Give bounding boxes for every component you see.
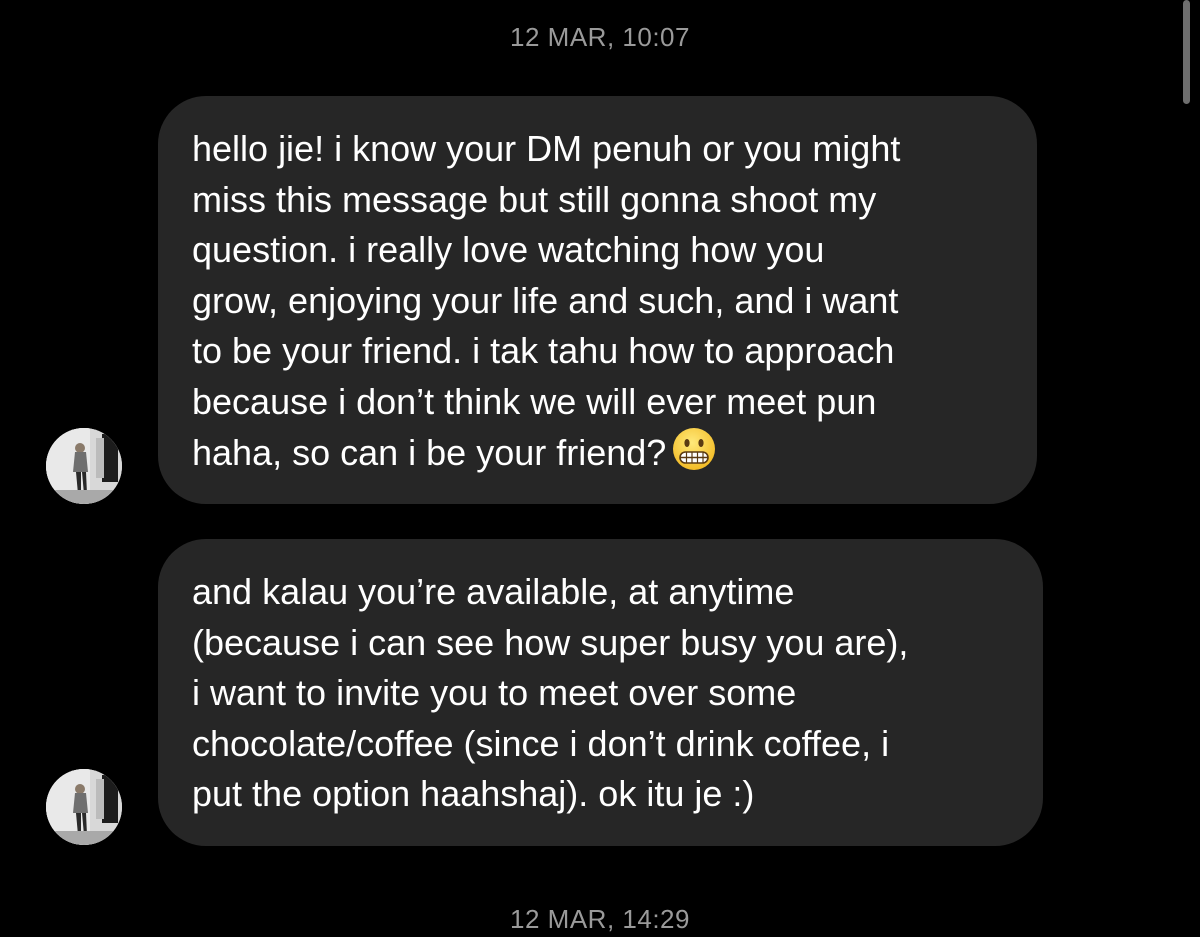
message-timestamp: 12 MAR, 14:29 — [510, 904, 690, 934]
avatar[interactable] — [46, 769, 122, 845]
message-line: i want to invite you to meet over some — [192, 672, 797, 713]
message-line: (because i can see how super busy you ar… — [192, 621, 909, 663]
message-line: chocolate/coffee (since i don’t drink co… — [192, 722, 890, 764]
message-line: to be your friend. i tak tahu how to app… — [192, 330, 895, 371]
message-line: and kalau you’re available, at anytime — [192, 571, 795, 612]
message-line: question. i really love watching how you — [192, 229, 825, 270]
message-bubble[interactable]: hello jie! i know your DM penuh or you m… — [158, 96, 1037, 504]
message-timestamp: 12 MAR, 10:07 — [510, 22, 690, 52]
message-bubble[interactable]: and kalau you’re available, at anytime (… — [158, 539, 1043, 846]
message-line-text: haha, so can i be your friend? — [192, 432, 667, 473]
avatar[interactable] — [46, 428, 122, 504]
message-line-last: haha, so can i be your friend? — [192, 427, 1017, 478]
message-line: grow, enjoying your life and such, and i… — [192, 279, 899, 321]
message-line: put the option haahshaj). ok itu je :) — [192, 773, 755, 814]
scrollbar[interactable] — [1183, 0, 1190, 104]
message-line: because i don’t think we will ever meet … — [192, 380, 877, 422]
grimacing-face-icon — [672, 427, 716, 485]
chat-screen: 12 MAR, 10:07 hello jie! i know your DM … — [0, 0, 1200, 937]
message-line: hello jie! i know your DM penuh or you m… — [192, 128, 901, 169]
message-line: miss this message but still gonna shoot … — [192, 178, 877, 220]
